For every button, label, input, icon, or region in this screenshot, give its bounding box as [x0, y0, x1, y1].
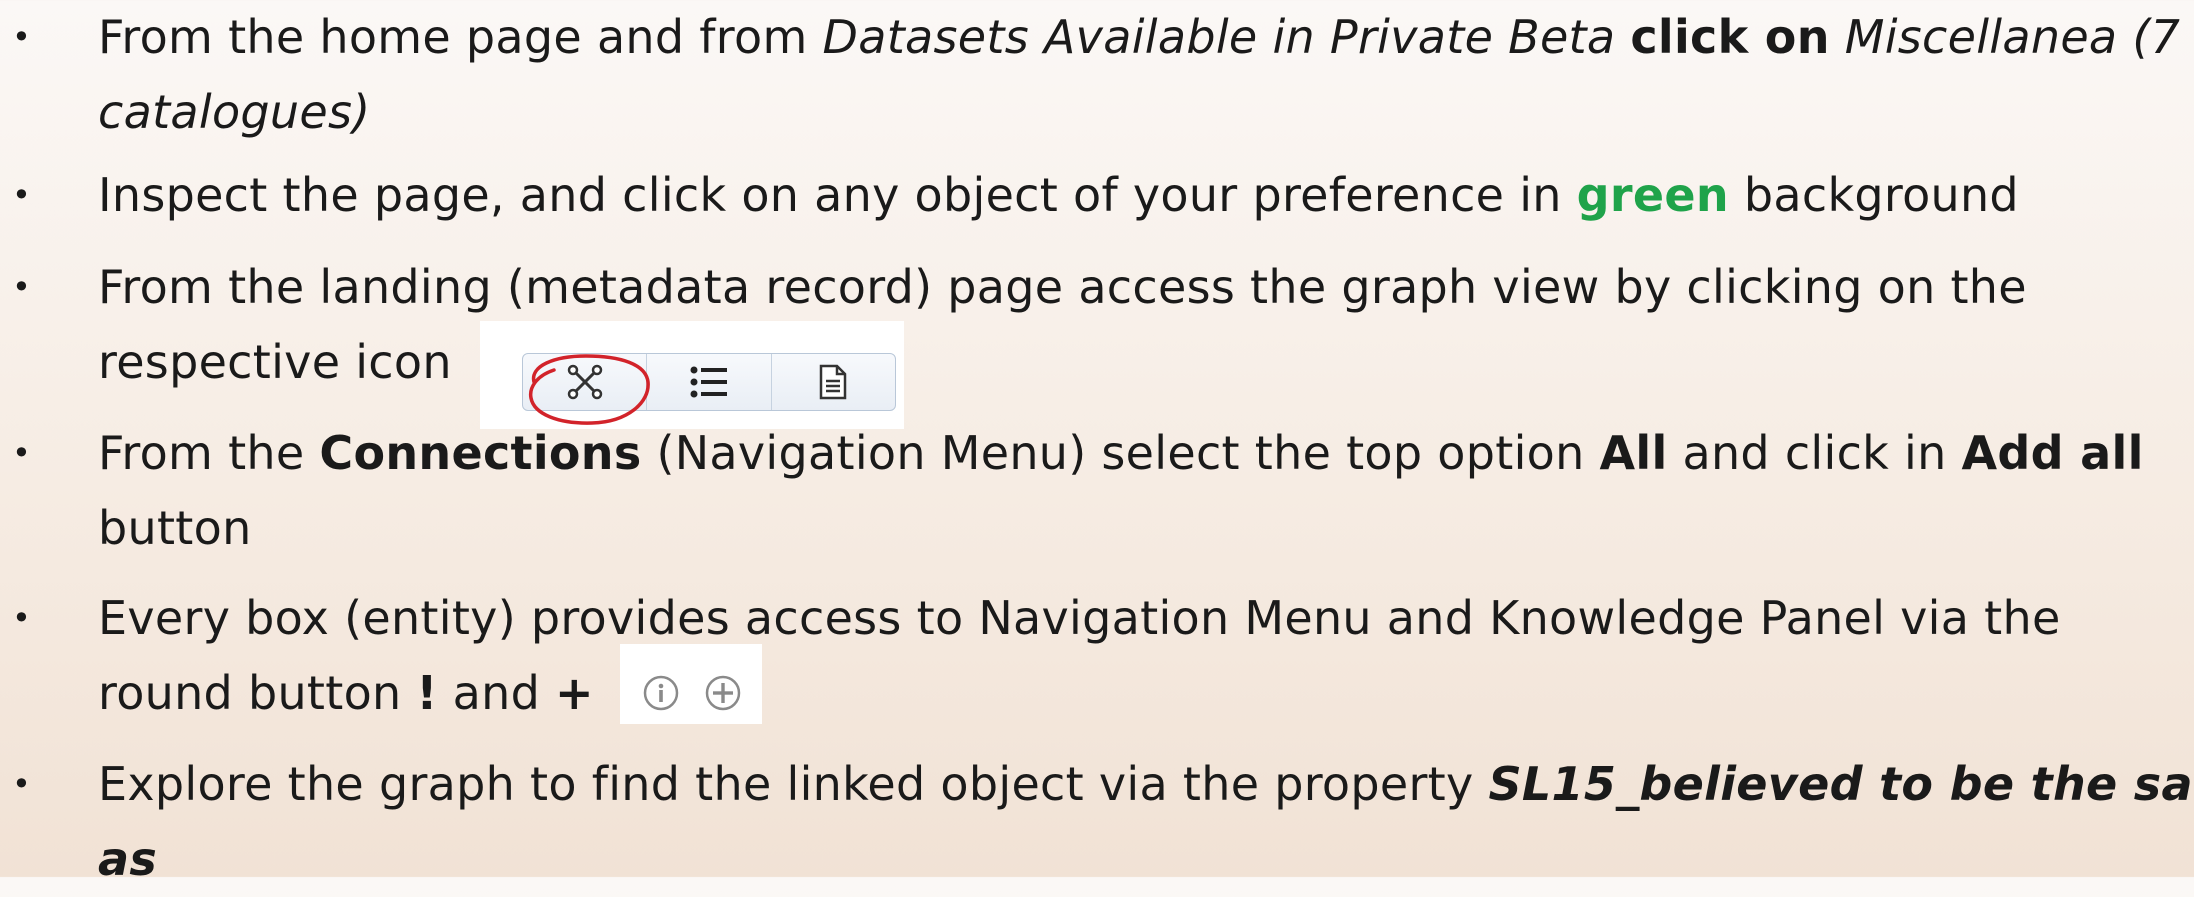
bullet-3-line-1: From the landing (metadata record) page …: [98, 260, 2027, 314]
miscellanea-text: Miscellanea (7: [1844, 10, 2181, 64]
bullet-1-line-1: From the home page and from Datasets Ava…: [98, 0, 2180, 75]
bullet-dot: •: [12, 18, 32, 56]
add-all-text: Add all: [1961, 426, 2144, 480]
connections-text: Connections: [319, 426, 642, 480]
view-toolbar-image: [480, 321, 904, 429]
bullet-6-line-1: Explore the graph to find the linked obj…: [98, 747, 2194, 822]
bullet-dot: •: [12, 268, 32, 306]
text: (Navigation Menu) select the top option: [641, 426, 1600, 480]
bullet-dot: •: [12, 176, 32, 214]
bullet-4-line-2: button: [98, 501, 252, 555]
bullet-1-line-2: catalogues): [98, 85, 371, 139]
property-name-text: SL15_believed to be the same: [1488, 757, 2194, 811]
entity-round-buttons-image: [620, 644, 762, 724]
plus-circle-icon[interactable]: [704, 674, 742, 712]
slide: • From the home page and from Datasets A…: [0, 0, 2194, 886]
text: Explore the graph to find the linked obj…: [98, 757, 1489, 811]
document-view-icon: [820, 364, 847, 400]
bullet-dot: •: [12, 765, 32, 803]
bullet-2-line-1: Inspect the page, and click on any objec…: [98, 158, 2019, 233]
all-option-text: All: [1599, 426, 1668, 480]
document-view-button[interactable]: [772, 354, 895, 410]
bullet-dot: •: [12, 434, 32, 472]
dataset-link-text: Datasets Available in Private Beta: [822, 10, 1616, 64]
bullet-5-line-2: round button ! and +: [98, 656, 594, 731]
exclamation-text: !: [416, 666, 438, 720]
green-emphasis: green: [1576, 168, 1729, 222]
bullet-6-line-2: as: [98, 832, 158, 886]
bullet-3-line-2: respective icon: [98, 335, 452, 389]
view-toolbar: [522, 353, 896, 411]
bullet-5-line-1: Every box (entity) provides access to Na…: [98, 591, 2061, 645]
info-icon[interactable]: [642, 674, 680, 712]
graph-view-icon: [567, 364, 602, 400]
text: From the home page and from: [98, 10, 823, 64]
text: and click in: [1667, 426, 1962, 480]
text: Inspect the page, and click on any objec…: [98, 168, 1577, 222]
list-view-icon: [690, 366, 727, 398]
graph-view-button[interactable]: [523, 354, 648, 410]
bullet-4-line-1: From the Connections (Navigation Menu) s…: [98, 416, 2144, 491]
text: round button: [98, 666, 417, 720]
text: background: [1728, 168, 2019, 222]
text: and: [437, 666, 555, 720]
bullet-dot: •: [12, 599, 32, 637]
text: From the: [98, 426, 320, 480]
list-view-button[interactable]: [647, 354, 772, 410]
plus-text: +: [555, 666, 594, 720]
click-on-text: click on: [1630, 10, 1830, 64]
